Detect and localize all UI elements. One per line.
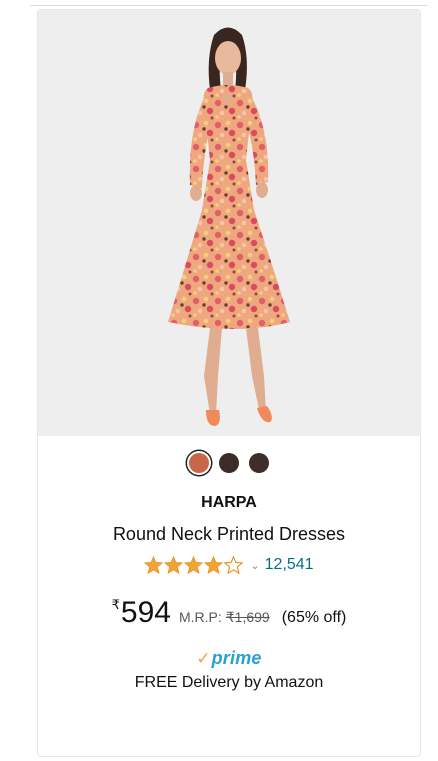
delivery-text: FREE Delivery by Amazon [134, 674, 324, 691]
price-amount: 594 [120, 596, 171, 629]
product-card[interactable]: HARPA Round Neck Printed Dresses ⌄ 12,54… [37, 9, 421, 757]
discount-text: (65% off) [281, 609, 347, 626]
swatch-chocolate-brown[interactable] [249, 453, 269, 473]
rating-row: ⌄ 12,541 [38, 556, 420, 574]
mrp-value: ₹1,699 [225, 609, 270, 625]
star-full-icon [184, 556, 204, 574]
prime-check-icon: ✓ [196, 648, 211, 668]
star-full-icon [204, 556, 224, 574]
star-full-icon [144, 556, 164, 574]
prime-logo: prime [211, 648, 262, 668]
product-image[interactable] [38, 10, 420, 436]
brand-name: HARPA [201, 494, 257, 511]
product-title[interactable]: Round Neck Printed Dresses [38, 524, 420, 545]
star-full-icon [164, 556, 184, 574]
prime-badge: ✓ prime [38, 648, 420, 669]
swatch-dark-brown[interactable] [219, 453, 239, 473]
rating-count[interactable]: 12,541 [265, 556, 314, 574]
top-divider [30, 5, 428, 6]
star-rating[interactable] [144, 556, 244, 574]
star-empty-icon [224, 556, 244, 574]
currency-symbol: ₹ [111, 597, 120, 612]
mrp-label: M.R.P: [178, 609, 222, 625]
price-row: ₹ 594 M.R.P: ₹1,699 (65% off) [38, 596, 420, 630]
color-swatches [38, 453, 420, 473]
swatch-rust-orange[interactable] [189, 453, 209, 473]
chevron-down-icon[interactable]: ⌄ [250, 559, 259, 572]
